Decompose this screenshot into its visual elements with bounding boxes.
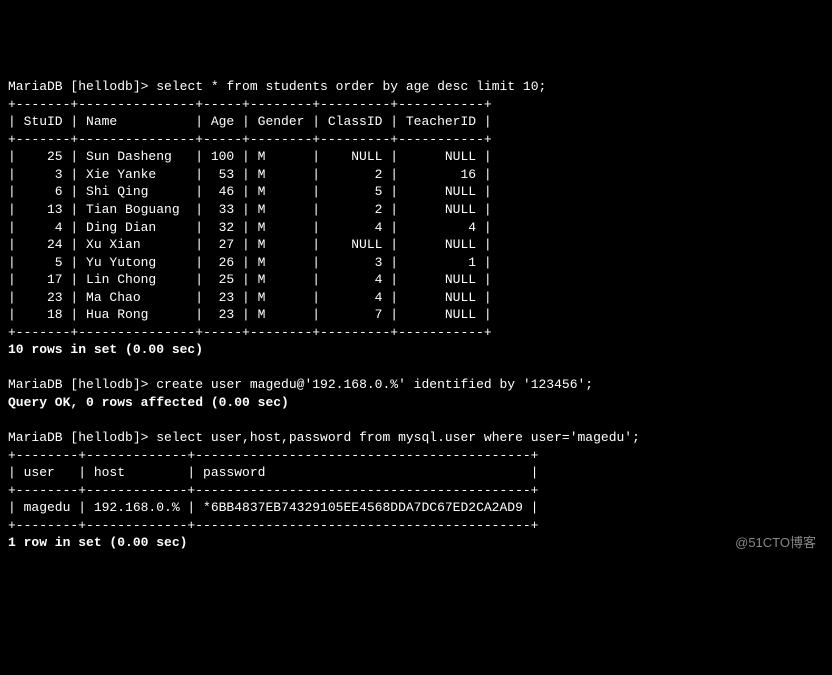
- sql-prompt[interactable]: MariaDB [hellodb]> select user,host,pass…: [8, 430, 640, 445]
- watermark: @51CTO博客: [735, 534, 816, 552]
- table-row: | 24 | Xu Xian | 27 | M | NULL | NULL |: [8, 237, 492, 252]
- table-row: | 17 | Lin Chong | 25 | M | 4 | NULL |: [8, 272, 492, 287]
- table-border: +--------+-------------+----------------…: [8, 448, 539, 463]
- table-row: | 25 | Sun Dasheng | 100 | M | NULL | NU…: [8, 149, 492, 164]
- table-row: | 3 | Xie Yanke | 53 | M | 2 | 16 |: [8, 167, 492, 182]
- table-row: | 4 | Ding Dian | 32 | M | 4 | 4 |: [8, 220, 492, 235]
- rows-in-set: 10 rows in set (0.00 sec): [8, 342, 203, 357]
- rows-in-set: 1 row in set (0.00 sec): [8, 535, 187, 550]
- table-header: | StuID | Name | Age | Gender | ClassID …: [8, 114, 492, 129]
- table-row: | 6 | Shi Qing | 46 | M | 5 | NULL |: [8, 184, 492, 199]
- terminal-output: MariaDB [hellodb]> select * from student…: [8, 78, 824, 552]
- table-border: +--------+-------------+----------------…: [8, 518, 539, 533]
- table-header: | user | host | password |: [8, 465, 539, 480]
- sql-prompt[interactable]: MariaDB [hellodb]> create user magedu@'1…: [8, 377, 593, 392]
- query-ok: Query OK, 0 rows affected (0.00 sec): [8, 395, 289, 410]
- table-row: | magedu | 192.168.0.% | *6BB4837EB74329…: [8, 500, 539, 515]
- table-row: | 13 | Tian Boguang | 33 | M | 2 | NULL …: [8, 202, 492, 217]
- table-border: +-------+---------------+-----+--------+…: [8, 132, 492, 147]
- table-border: +-------+---------------+-----+--------+…: [8, 97, 492, 112]
- sql-prompt[interactable]: MariaDB [hellodb]> select * from student…: [8, 79, 546, 94]
- table-row: | 18 | Hua Rong | 23 | M | 7 | NULL |: [8, 307, 492, 322]
- table-row: | 5 | Yu Yutong | 26 | M | 3 | 1 |: [8, 255, 492, 270]
- table-row: | 23 | Ma Chao | 23 | M | 4 | NULL |: [8, 290, 492, 305]
- table-border: +--------+-------------+----------------…: [8, 483, 539, 498]
- table-border: +-------+---------------+-----+--------+…: [8, 325, 492, 340]
